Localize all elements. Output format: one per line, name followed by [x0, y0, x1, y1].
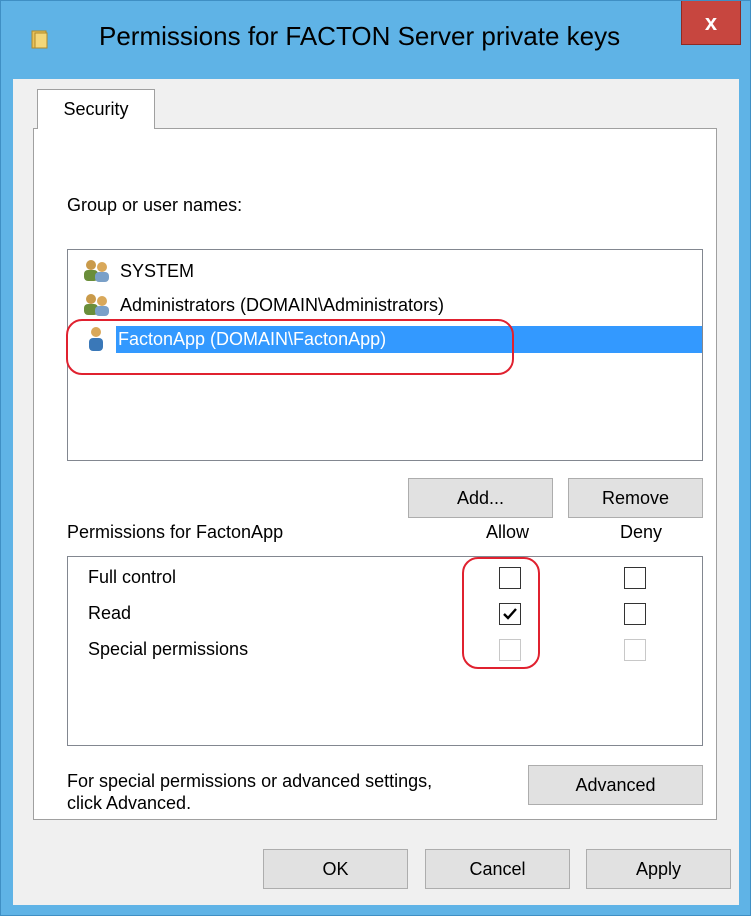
users-icon [84, 294, 109, 316]
advanced-note: For special permissions or advanced sett… [67, 770, 432, 814]
cancel-button-label: Cancel [469, 858, 526, 879]
list-item-factonapp[interactable]: FactonApp (DOMAIN\FactonApp) [68, 322, 702, 356]
folder-icon [31, 30, 48, 49]
advanced-note-line2: click Advanced. [67, 793, 192, 813]
users-icon [84, 260, 109, 282]
group-list-label-text: Group or user names: [67, 195, 243, 215]
allow-column-header: Allow [486, 522, 530, 542]
perm-row-special: Special permissions [68, 633, 702, 669]
deny-checkbox-special [624, 639, 646, 661]
ok-button[interactable]: OK [263, 849, 408, 889]
perm-name: Full control [88, 567, 177, 587]
user-icon [89, 327, 103, 351]
deny-checkbox-full-control[interactable] [624, 567, 646, 589]
deny-checkbox-read[interactable] [624, 603, 646, 625]
perm-name: Special permissions [88, 639, 249, 659]
list-item-label: Administrators (DOMAIN\Administrators) [120, 294, 445, 315]
permissions-dialog: Permissions for FACTON Server private ke… [0, 0, 751, 916]
close-icon: x [704, 9, 718, 35]
deny-column-header: Deny [620, 522, 663, 542]
remove-button[interactable]: Remove [568, 478, 703, 518]
advanced-button-label: Advanced [575, 774, 656, 795]
apply-button[interactable]: Apply [586, 849, 731, 889]
checkmark-icon [503, 608, 517, 620]
permissions-label-text: Permissions for FactonApp [67, 522, 284, 542]
cancel-button[interactable]: Cancel [425, 849, 570, 889]
add-button-label: Add... [456, 487, 505, 508]
allow-checkbox-special [499, 639, 521, 661]
perm-name: Read [88, 603, 132, 623]
list-item-label: SYSTEM [120, 260, 195, 281]
permissions-list: Full control Read Special permissions [67, 556, 703, 746]
group-user-listbox[interactable]: SYSTEM Administrators (DOMAIN\Administra… [67, 249, 703, 461]
advanced-button[interactable]: Advanced [528, 765, 703, 805]
list-item-label: FactonApp (DOMAIN\FactonApp) [116, 325, 702, 353]
list-item-system[interactable]: SYSTEM [68, 254, 702, 288]
tab-security[interactable]: Security [37, 89, 155, 129]
advanced-note-line1: For special permissions or advanced sett… [67, 771, 433, 791]
perm-row-read: Read [68, 597, 702, 633]
apply-button-label: Apply [635, 858, 682, 879]
list-item-administrators[interactable]: Administrators (DOMAIN\Administrators) [68, 288, 702, 322]
remove-button-label: Remove [601, 487, 670, 508]
title-bar[interactable]: Permissions for FACTON Server private ke… [1, 1, 750, 79]
add-button[interactable]: Add... [408, 478, 553, 518]
perm-row-full-control: Full control [68, 561, 702, 597]
window-title: Permissions for FACTON Server private ke… [99, 21, 621, 51]
permissions-label: Permissions for FactonApp [67, 522, 283, 543]
allow-checkbox-read[interactable] [499, 603, 521, 625]
close-button[interactable]: x [681, 1, 741, 45]
group-list-label: Group or user names: [67, 195, 242, 216]
allow-checkbox-full-control[interactable] [499, 567, 521, 589]
dialog-body: Security Group or user names: SYSTEM Adm… [13, 79, 739, 905]
ok-button-label: OK [322, 858, 349, 879]
security-tab-page: Group or user names: SYSTEM Administrato… [33, 128, 717, 820]
